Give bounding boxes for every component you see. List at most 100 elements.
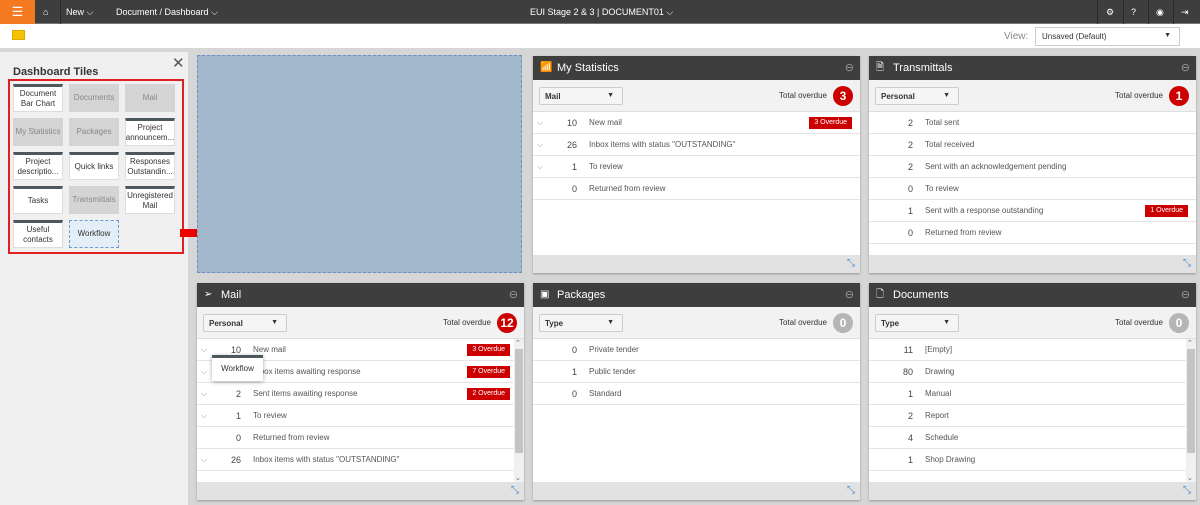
minimize-icon[interactable]: ⊖ — [509, 283, 518, 307]
item-label[interactable]: To review — [925, 178, 959, 200]
list-item[interactable] — [197, 471, 524, 482]
filter-select[interactable]: Personal ▼ — [875, 87, 959, 105]
list-item[interactable]: 1 Manual — [869, 383, 1196, 405]
item-label[interactable]: Inbox items with status "OUTSTANDING" — [589, 134, 735, 156]
scrollbar[interactable]: ⌃ ⌄ — [514, 339, 524, 482]
minimize-icon[interactable]: ⊖ — [1181, 56, 1190, 80]
list-item[interactable]: 0 To review — [869, 178, 1196, 200]
list-item[interactable]: ⌵ 10 New mail 3 Overdue — [533, 112, 860, 134]
list-item[interactable]: ⌵ 2 Sent items awaiting response 2 Overd… — [197, 383, 524, 405]
chevron-down-icon[interactable]: ⌵ — [537, 112, 543, 134]
list-item[interactable]: 0 Returned from review — [197, 427, 524, 449]
item-label[interactable]: Standard — [589, 383, 621, 405]
item-label[interactable]: Sent with a response outstanding — [925, 200, 1043, 222]
item-label[interactable]: Drawing — [925, 361, 954, 383]
tile-useful-contacts[interactable]: Useful contacts — [13, 220, 63, 248]
filter-select[interactable]: Personal ▼ — [203, 314, 287, 332]
menu-icon[interactable]: ☰ — [0, 0, 35, 24]
chevron-down-icon[interactable]: ⌵ — [537, 134, 543, 156]
add-tile-icon[interactable] — [12, 30, 25, 40]
minimize-icon[interactable]: ⊖ — [1181, 283, 1190, 307]
item-label[interactable]: Total sent — [925, 112, 959, 134]
filter-select[interactable]: Mail ▼ — [539, 87, 623, 105]
breadcrumb[interactable]: Document / Dashboard ⌵ — [116, 0, 218, 24]
item-label[interactable]: Returned from review — [253, 427, 329, 449]
item-label[interactable]: Private tender — [589, 339, 639, 361]
chevron-down-icon[interactable]: ⌵ — [537, 156, 543, 178]
list-item[interactable]: ⌵ 1 To review — [533, 156, 860, 178]
list-item[interactable]: 4 Schedule — [869, 427, 1196, 449]
item-label[interactable]: Inbox items with status "OUTSTANDING" — [253, 449, 399, 471]
tile-my-statistics[interactable]: My Statistics — [13, 118, 63, 146]
list-item[interactable]: 80 Drawing — [869, 361, 1196, 383]
list-item[interactable]: 1 Public tender — [533, 361, 860, 383]
tile-drop-zone[interactable] — [197, 55, 522, 273]
close-icon[interactable]: ✕ — [172, 54, 185, 72]
list-item[interactable]: 2 Report — [869, 405, 1196, 427]
settings-icon[interactable]: ⚙ — [1106, 0, 1114, 24]
tile-packages[interactable]: Packages — [69, 118, 119, 146]
tile-project-announcem[interactable]: Project announcem... — [125, 118, 175, 146]
scrollbar[interactable]: ⌃ ⌄ — [1186, 339, 1196, 482]
chevron-down-icon[interactable]: ⌵ — [201, 383, 207, 405]
tile-transmittals[interactable]: Transmittals — [69, 186, 119, 214]
view-select[interactable]: Unsaved (Default) ▼ — [1035, 27, 1180, 46]
tile-quick-links[interactable]: Quick links — [69, 152, 119, 180]
help-icon[interactable]: ? — [1131, 0, 1136, 24]
list-item[interactable]: 1 Sent with a response outstanding 1 Ove… — [869, 200, 1196, 222]
item-label[interactable]: Schedule — [925, 427, 958, 449]
tile-mail[interactable]: Mail — [125, 84, 175, 112]
tile-document-bar-chart[interactable]: Document Bar Chart — [13, 84, 63, 112]
tile-responses-outstandin[interactable]: Responses Outstandin... — [125, 152, 175, 180]
tile-workflow[interactable]: Workflow — [69, 220, 119, 248]
expand-icon[interactable]: ⤡ — [847, 485, 855, 496]
list-item[interactable]: 0 Standard — [533, 383, 860, 405]
list-item[interactable]: 11 [Empty] — [869, 339, 1196, 361]
overdue-badge[interactable]: 1 Overdue — [1145, 205, 1188, 217]
item-label[interactable]: Public tender — [589, 361, 636, 383]
scroll-up-icon[interactable]: ⌃ — [1187, 339, 1193, 347]
minimize-icon[interactable]: ⊖ — [845, 283, 854, 307]
chevron-down-icon[interactable]: ⌵ — [201, 361, 207, 383]
expand-icon[interactable]: ⤡ — [847, 258, 855, 269]
scrollbar-thumb[interactable] — [515, 349, 523, 453]
list-item[interactable]: 0 Private tender — [533, 339, 860, 361]
dragged-tile-workflow[interactable]: Workflow — [212, 355, 263, 381]
filter-select[interactable]: Type ▼ — [539, 314, 623, 332]
list-item[interactable]: ⌵ 26 Inbox items with status "OUTSTANDIN… — [533, 134, 860, 156]
item-label[interactable]: Manual — [925, 383, 951, 405]
tile-tasks[interactable]: Tasks — [13, 186, 63, 214]
chevron-down-icon[interactable]: ⌵ — [201, 339, 207, 361]
home-icon[interactable]: ⌂ — [43, 0, 48, 24]
chevron-down-icon[interactable]: ⌵ — [201, 449, 207, 471]
item-label[interactable]: Returned from review — [589, 178, 665, 200]
minimize-icon[interactable]: ⊖ — [845, 56, 854, 80]
scroll-up-icon[interactable]: ⌃ — [515, 339, 521, 347]
expand-icon[interactable]: ⤡ — [511, 485, 519, 496]
item-label[interactable]: Total received — [925, 134, 974, 156]
chevron-down-icon[interactable]: ⌵ — [201, 405, 207, 427]
item-label[interactable]: [Empty] — [925, 339, 952, 361]
logout-icon[interactable]: ⇥ — [1181, 0, 1189, 24]
item-label[interactable]: To review — [253, 405, 287, 427]
expand-icon[interactable]: ⤡ — [1183, 258, 1191, 269]
list-item[interactable]: 2 Total sent — [869, 112, 1196, 134]
item-label[interactable]: Report — [925, 405, 949, 427]
item-label[interactable]: Inbox items awaiting response — [253, 361, 361, 383]
list-item[interactable]: 2 Sent with an acknowledgement pending — [869, 156, 1196, 178]
scroll-down-icon[interactable]: ⌄ — [515, 474, 521, 482]
new-menu[interactable]: New ⌵ — [66, 0, 93, 24]
item-label[interactable]: Returned from review — [925, 222, 1001, 244]
overdue-badge[interactable]: 3 Overdue — [467, 344, 510, 356]
scrollbar-thumb[interactable] — [1187, 349, 1195, 453]
item-label[interactable]: Sent items awaiting response — [253, 383, 358, 405]
overdue-badge[interactable]: 7 Overdue — [467, 366, 510, 378]
list-item[interactable]: 1 Shop Drawing — [869, 449, 1196, 471]
list-item[interactable]: 2 Total received — [869, 134, 1196, 156]
user-icon[interactable]: ◉ — [1156, 0, 1164, 24]
item-label[interactable]: New mail — [589, 112, 622, 134]
tile-unregistered-mail[interactable]: Unregistered Mail — [125, 186, 175, 214]
list-item[interactable]: 0 Returned from review — [533, 178, 860, 200]
item-label[interactable]: Shop Drawing — [925, 449, 975, 471]
scroll-down-icon[interactable]: ⌄ — [1187, 474, 1193, 482]
